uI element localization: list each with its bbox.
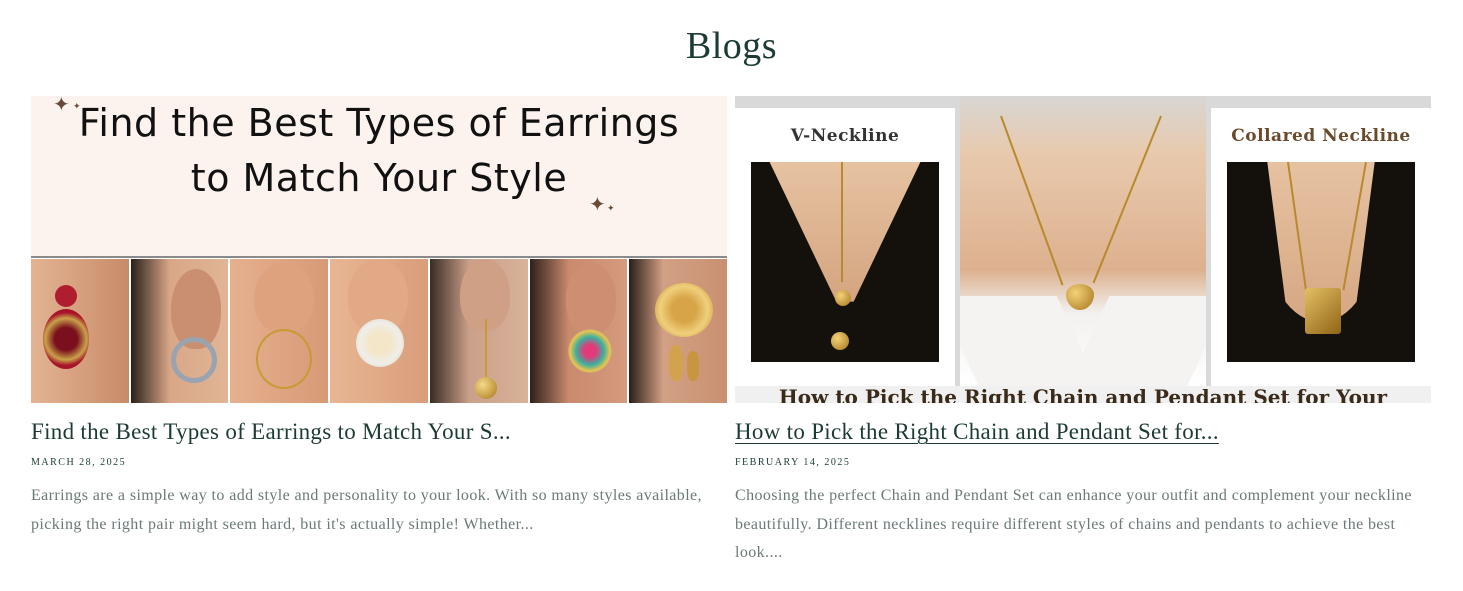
- earring-photo-strip: [31, 259, 727, 403]
- blog-post-excerpt: Choosing the perfect Chain and Pendant S…: [735, 487, 1412, 561]
- thumbnail-panel-v-neckline: V-Neckline: [735, 108, 955, 398]
- earring-photo: [629, 259, 727, 403]
- earring-photo: [130, 259, 229, 403]
- earring-photo: [429, 259, 528, 403]
- panel-image: [1227, 162, 1415, 362]
- blog-thumbnail-earrings[interactable]: ✦ ✦ Find the Best Types of Earrings to M…: [31, 96, 727, 403]
- panel-image: [751, 162, 939, 362]
- earring-photo: [31, 259, 129, 403]
- thumbnail-headline-line2: to Match Your Style: [190, 156, 568, 200]
- thumbnail-panel-collared-neckline: Collared Neckline: [1211, 108, 1431, 398]
- blog-post-title[interactable]: How to Pick the Right Chain and Pendant …: [735, 419, 1431, 445]
- blog-post-excerpt: Earrings are a simple way to add style a…: [31, 487, 702, 533]
- thumbnail-caption-strip: How to Pick the Right Chain and Pendant …: [735, 386, 1431, 403]
- panel-label: Collared Neckline: [1231, 126, 1411, 146]
- thumbnail-headline-line1: Find the Best Types of Earrings: [78, 101, 680, 145]
- blog-card-earrings: ✦ ✦ Find the Best Types of Earrings to M…: [31, 96, 727, 539]
- panel-label: V-Neckline: [790, 126, 900, 146]
- blog-post-date: MARCH 28, 2025: [31, 457, 127, 468]
- earring-photo: [230, 259, 329, 403]
- sparkle-icon: ✦: [607, 204, 615, 214]
- blog-thumbnail-chain-pendant[interactable]: V-Neckline Collared Neckline How to Pick…: [735, 96, 1431, 403]
- blog-card-chain-pendant: V-Neckline Collared Neckline How to Pick…: [735, 96, 1431, 568]
- divider: [31, 256, 727, 258]
- blog-post-date: FEBRUARY 14, 2025: [735, 457, 851, 468]
- sparkle-icon: ✦: [589, 192, 606, 216]
- section-title: Blogs: [685, 25, 778, 67]
- earring-photo: [330, 259, 428, 403]
- thumbnail-center-photo: [960, 96, 1206, 386]
- earring-photo: [529, 259, 628, 403]
- thumbnail-caption: How to Pick the Right Chain and Pendant …: [778, 386, 1388, 403]
- blog-post-title[interactable]: Find the Best Types of Earrings to Match…: [31, 419, 727, 445]
